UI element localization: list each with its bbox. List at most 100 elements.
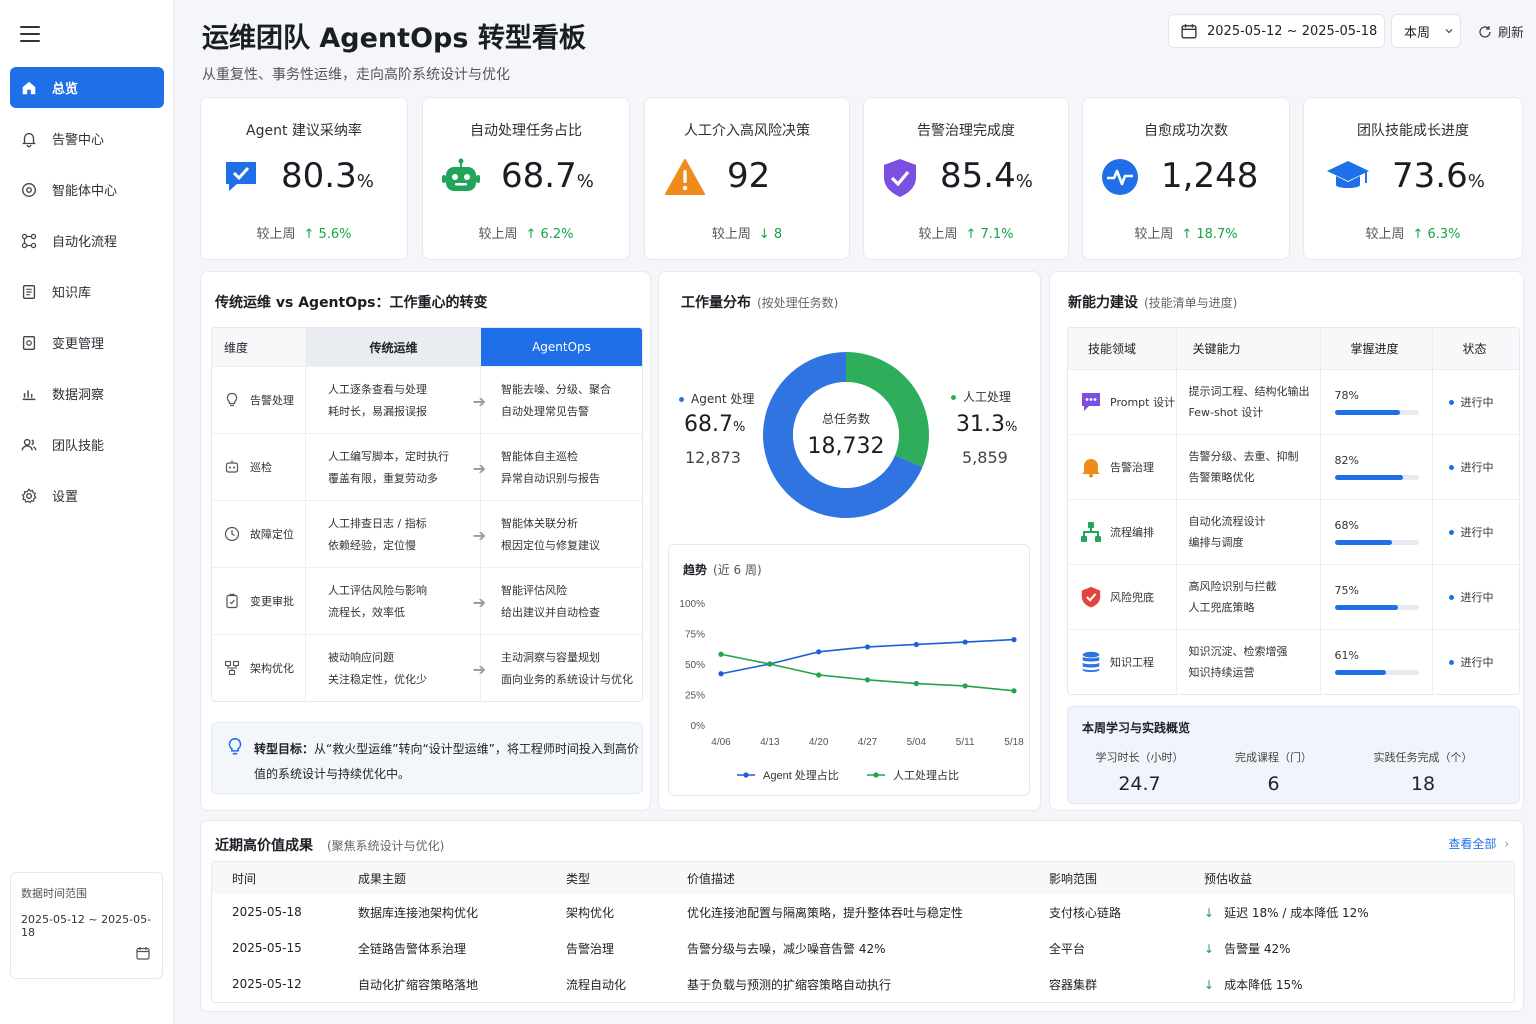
results-header: 价值描述 <box>667 862 1029 894</box>
sidebar-item-automation[interactable]: 自动化流程 <box>10 220 164 261</box>
compare-trad-line: 覆盖有限，重复劳动多 <box>328 472 438 485</box>
compare-trad-line: 被动响应问题 <box>328 651 394 664</box>
arrow-right-icon: ➔ <box>472 526 486 545</box>
sidebar-item-overview[interactable]: 总览 <box>10 67 164 108</box>
sidebar-item-skills[interactable]: 团队技能 <box>10 424 164 465</box>
result-scope: 全平台 <box>1049 941 1086 956</box>
donut-total: 18,732 <box>807 434 885 459</box>
sidebar-item-settings[interactable]: 设置 <box>10 475 164 516</box>
skill-progress-bar <box>1334 539 1419 545</box>
results-title: 近期高价值成果 (聚焦系统设计与优化) <box>215 838 445 854</box>
database-icon <box>1082 651 1100 672</box>
sidebar: 总览 告警中心 智能体中心 自动化流程 知识库 变更管理 数据洞察 团队技能 设… <box>0 0 174 1024</box>
date-range-picker[interactable]: 2025-05-12 ~ 2025-05-18 <box>1168 14 1385 48</box>
compare-agent-line: 智能体自主巡检 <box>501 450 578 463</box>
kpi-value: 73.6% <box>1392 156 1485 196</box>
result-desc: 优化连接池配置与隔离策略，提升整体吞吐与稳定性 <box>687 905 964 920</box>
compare-row: 告警处理 人工逐条查看与处理 耗时长，易漏报误报 ➔ 智能去噪、分级、聚合 自动处理常… <box>212 366 642 433</box>
sidebar-item-agents[interactable]: 智能体中心 <box>10 169 164 210</box>
skill-row: 风险兜底 高风险识别与拦截 人工兜底策略 75% 进行中 <box>1068 563 1519 629</box>
skill-cap-line: 告警分级、去重、抑制 <box>1188 449 1299 463</box>
sidebar-item-alerts[interactable]: 告警中心 <box>10 118 164 159</box>
result-scope: 支付核心链路 <box>1049 905 1122 920</box>
compare-trad-line: 人工排查日志 / 指标 <box>328 517 427 530</box>
home-icon <box>22 81 36 94</box>
arrow-down-icon: ↓ <box>1204 941 1215 956</box>
bell-icon <box>1082 458 1100 477</box>
calendar-icon[interactable] <box>136 946 150 960</box>
compare-table: 维度 传统运维 AgentOps 告警处理 人工逐条查看与处理 耗时长，易漏报误报… <box>211 327 643 702</box>
y-tick-label: 75% <box>685 630 705 641</box>
compare-agent-line: 智能体关联分析 <box>501 517 578 530</box>
data-point <box>913 641 919 648</box>
result-desc: 告警分级与去噪，减少噪音告警 42% <box>687 941 886 956</box>
legend-human: 人工处理 <box>951 388 1011 405</box>
kpi-change: 较上周 ↑ 7.1% <box>918 227 1014 242</box>
y-tick-label: 0% <box>691 721 706 732</box>
view-all-link[interactable]: 查看全部 › <box>1448 835 1509 852</box>
skill-cap-line: 编排与调度 <box>1188 535 1244 549</box>
chart-icon <box>22 389 36 400</box>
flow-icon <box>21 233 37 248</box>
human-percent: 31.3% <box>956 412 1018 437</box>
x-tick-label: 4/20 <box>809 737 829 748</box>
series-line <box>720 653 1015 692</box>
skill-cap-line: Few-shot 设计 <box>1188 405 1264 419</box>
flow-icon <box>1081 521 1101 542</box>
compare-agent-line: 根因定位与修复建议 <box>501 539 600 552</box>
sidebar-item-label: 知识库 <box>52 286 92 301</box>
page-title: 运维团队 AgentOps 转型看板 <box>202 23 586 54</box>
pulse-icon <box>1102 159 1138 195</box>
shield-check-icon <box>884 159 916 197</box>
sidebar-item-label: 设置 <box>52 490 79 505</box>
agent-icon <box>22 182 36 197</box>
results-header: 成果主题 <box>338 862 546 894</box>
kpi-value: 92 <box>727 156 771 196</box>
warning-icon <box>665 159 705 195</box>
skill-area: 知识工程 <box>1110 655 1154 669</box>
x-tick-label: 4/06 <box>711 737 731 748</box>
compare-trad-line: 依赖经验，定位慢 <box>328 539 416 552</box>
result-scope: 容器集群 <box>1049 977 1098 992</box>
data-point <box>864 644 871 650</box>
result-topic: 全链路告警体系治理 <box>358 941 467 956</box>
results-table: 时间 成果主题 类型 价值描述 影响范围 预估收益 2025-05-18 数据库… <box>211 861 1515 1003</box>
table-row[interactable]: 2025-05-12 自动化扩缩容策略落地 流程自动化 基于负载与预测的扩缩容策… <box>212 966 1514 1002</box>
result-topic: 自动化扩缩容策略落地 <box>358 977 479 992</box>
kpi-title: 告警治理完成度 <box>917 123 1015 139</box>
menu-icon[interactable] <box>20 26 40 42</box>
compare-trad-line: 关注稳定性，优化少 <box>328 673 427 686</box>
date-range-text: 2025-05-12 ~ 2025-05-18 <box>1207 23 1378 39</box>
table-row[interactable]: 2025-05-15 全链路告警体系治理 告警治理 告警分级与去噪，减少噪音告警… <box>212 930 1514 966</box>
data-point <box>1011 688 1017 694</box>
kpi-change: 较上周 ↑ 6.3% <box>1365 227 1461 242</box>
result-date: 2025-05-15 <box>232 941 302 955</box>
compare-dim: 架构优化 <box>250 662 294 675</box>
skills-panel: 新能力建设 (技能清单与进度) 技能领域 关键能力 掌握进度 状态 Prompt … <box>1049 271 1524 811</box>
sidebar-item-knowledge[interactable]: 知识库 <box>10 271 164 312</box>
learning-stat: 学习时长（小时） 24.7 <box>1095 751 1184 795</box>
page-subtitle: 从重复性、事务性运维，走向高阶系统设计与优化 <box>202 67 510 83</box>
compare-trad-line: 耗时长，易漏报误报 <box>328 405 427 418</box>
result-type: 流程自动化 <box>566 977 627 992</box>
results-header-row: 时间 成果主题 类型 价值描述 影响范围 预估收益 <box>212 862 1514 894</box>
skill-row: 流程编排 自动化流程设计 编排与调度 68% 进行中 <box>1068 498 1519 564</box>
workload-panel: 工作量分布 (按处理任务数) Agent 处理 68.7% 12,873 总任务数… <box>658 271 1041 811</box>
sidebar-item-change[interactable]: 变更管理 <box>10 322 164 363</box>
compare-header: 维度 传统运维 AgentOps <box>212 328 642 366</box>
data-point <box>864 677 871 683</box>
compare-row: 架构优化 被动响应问题 关注稳定性，优化少 ➔ 主动洞察与容量规划 面向业务的系统设计… <box>212 634 642 701</box>
period-value: 本周 <box>1404 25 1431 41</box>
period-select[interactable]: 本周 <box>1391 14 1461 48</box>
refresh-button[interactable]: 刷新 <box>1478 22 1524 41</box>
kpi-value: 68.7% <box>501 156 594 196</box>
skill-area: 告警治理 <box>1110 460 1154 474</box>
results-header: 时间 <box>212 862 338 894</box>
date-range-card: 数据时间范围 2025-05-12 ~ 2025-05-18 <box>10 872 163 979</box>
data-point <box>718 651 724 657</box>
table-row[interactable]: 2025-05-18 数据库连接池架构优化 架构优化 优化连接池配置与隔离策略，… <box>212 894 1514 930</box>
skill-status: 进行中 <box>1432 628 1519 694</box>
compare-row: 故障定位 人工排查日志 / 指标 依赖经验，定位慢 ➔ 智能体关联分析 根因定位与修复… <box>212 500 642 567</box>
skill-cap-line: 告警策略优化 <box>1188 470 1255 484</box>
sidebar-item-insights[interactable]: 数据洞察 <box>10 373 164 414</box>
